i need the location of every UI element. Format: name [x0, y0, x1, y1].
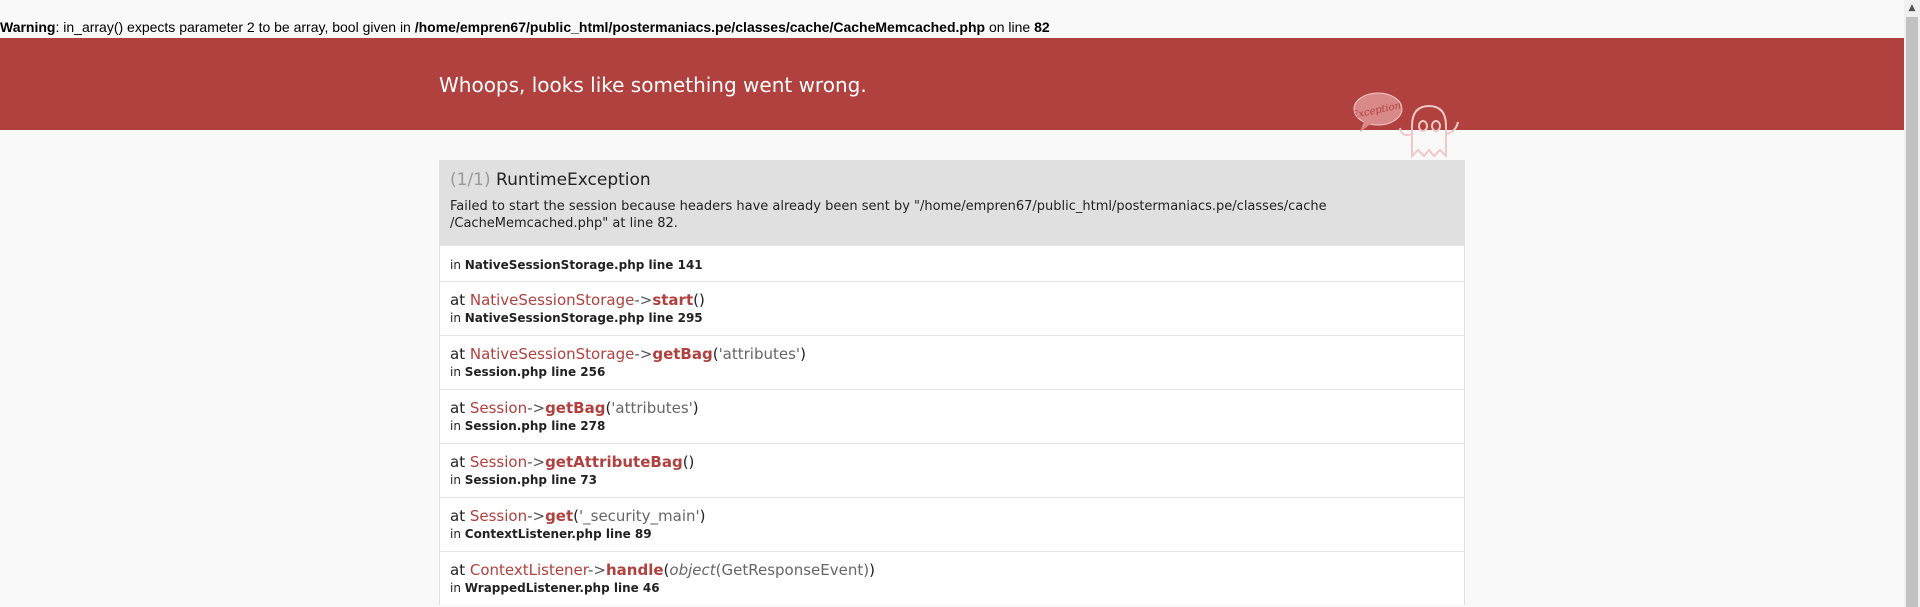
scrollbar-thumb[interactable] — [1906, 17, 1918, 607]
trace-method: getAttributeBag — [545, 453, 683, 471]
trace-row: in NativeSessionStorage.php line 141 — [440, 245, 1464, 281]
warning-label: Warning — [0, 19, 56, 35]
trace-row: at ContextListener->handle(object(GetRes… — [440, 551, 1464, 605]
trace-arrow: -> — [527, 453, 546, 471]
trace-arrow: -> — [527, 399, 546, 417]
trace-close-paren: ) — [688, 453, 695, 471]
warning-line-number: 82 — [1034, 19, 1050, 35]
trace-class: ContextListener — [469, 561, 588, 579]
in-label: in — [450, 365, 465, 379]
trace-arrow: -> — [634, 345, 653, 363]
trace-method: getBag — [652, 345, 713, 363]
exception-count: (1/1) — [450, 170, 491, 190]
in-label: in — [450, 258, 465, 272]
at-label: at — [450, 561, 470, 579]
exception-title: (1/1) RuntimeException — [450, 170, 1454, 190]
trace-location: in Session.php line 256 — [450, 365, 1454, 380]
trace-arrow: -> — [527, 507, 546, 525]
trace-close-paren: ) — [699, 507, 706, 525]
trace-file: NativeSessionStorage.php line 141 — [464, 258, 703, 272]
in-label: in — [450, 419, 465, 433]
trace-row: at Session->getAttributeBag() in Session… — [440, 443, 1464, 497]
trace-location: in Session.php line 278 — [450, 419, 1454, 434]
trace-file: ContextListener.php line 89 — [464, 527, 652, 541]
trace-method: handle — [605, 561, 664, 579]
trace-method: start — [652, 291, 694, 309]
page-title: Whoops, looks like something went wrong. — [439, 73, 867, 97]
trace-arrow: -> — [634, 291, 653, 309]
trace-class: Session — [469, 399, 528, 417]
error-header: Whoops, looks like something went wrong.… — [0, 38, 1904, 158]
at-label: at — [450, 345, 470, 363]
trace-arrow: -> — [588, 561, 606, 579]
in-label: in — [450, 311, 465, 325]
vertical-scrollbar[interactable]: ▲ — [1904, 0, 1920, 607]
trace-file: NativeSessionStorage.php line 295 — [464, 311, 703, 325]
trace-method: get — [545, 507, 574, 525]
scroll-up-arrow-icon[interactable]: ▲ — [1904, 0, 1920, 16]
trace-location: in NativeSessionStorage.php line 295 — [450, 311, 1454, 326]
trace-call: at Session->getAttributeBag() — [450, 452, 1454, 472]
trace-row: at NativeSessionStorage->start() in Nati… — [440, 281, 1464, 335]
ghost-exception-icon: Exception! — [1352, 92, 1459, 158]
trace-args: (GetResponseEvent) — [715, 561, 870, 579]
trace-close-paren: ) — [692, 399, 699, 417]
trace-row: at Session->get('_security_main') in Con… — [440, 497, 1464, 551]
trace-call: at Session->getBag('attributes') — [450, 398, 1454, 418]
trace-call: at ContextListener->handle(object(GetRes… — [450, 560, 1454, 580]
trace-class: Session — [469, 453, 528, 471]
trace-row: at Session->getBag('attributes') in Sess… — [440, 389, 1464, 443]
in-label: in — [450, 581, 465, 595]
php-warning: Warning: in_array() expects parameter 2 … — [0, 19, 1050, 36]
trace-location: in WrappedListener.php line 46 — [450, 581, 1454, 596]
trace-call: at Session->get('_security_main') — [450, 506, 1454, 526]
warning-file: /home/empren67/public_html/postermaniacs… — [414, 19, 986, 35]
trace-location: in NativeSessionStorage.php line 141 — [450, 258, 1454, 273]
warning-on-line: on line — [985, 19, 1035, 35]
exception-message: Failed to start the session because head… — [450, 199, 1327, 231]
trace-args: 'attributes' — [611, 399, 693, 417]
trace-row: at NativeSessionStorage->getBag('attribu… — [440, 335, 1464, 389]
trace-location: in Session.php line 73 — [450, 473, 1454, 488]
trace-class: Session — [469, 507, 528, 525]
at-label: at — [450, 507, 470, 525]
trace-call: at NativeSessionStorage->start() — [450, 290, 1454, 310]
exception-name: RuntimeException — [496, 170, 651, 190]
trace-call: at NativeSessionStorage->getBag('attribu… — [450, 344, 1454, 364]
in-label: in — [450, 527, 465, 541]
at-label: at — [450, 399, 470, 417]
trace-file: Session.php line 256 — [464, 365, 606, 379]
trace-class: NativeSessionStorage — [469, 345, 635, 363]
trace-args: '_security_main' — [579, 507, 700, 525]
at-label: at — [450, 291, 470, 309]
in-label: in — [450, 473, 465, 487]
at-label: at — [450, 453, 470, 471]
warning-message: : in_array() expects parameter 2 to be a… — [55, 19, 415, 35]
trace-close-paren: ) — [698, 291, 705, 309]
trace-close-paren: ) — [800, 345, 806, 363]
trace-file: WrappedListener.php line 46 — [464, 581, 660, 595]
trace-file: Session.php line 73 — [464, 473, 597, 487]
trace-close-paren: ) — [869, 561, 875, 579]
exception-panel: (1/1) RuntimeException Failed to start t… — [439, 160, 1465, 605]
trace-file: Session.php line 278 — [464, 419, 606, 433]
trace-args: 'attributes' — [718, 345, 801, 363]
trace-location: in ContextListener.php line 89 — [450, 527, 1454, 542]
trace-args-type: object — [669, 561, 716, 579]
trace-class: NativeSessionStorage — [469, 291, 635, 309]
trace-method: getBag — [545, 399, 606, 417]
exception-header: (1/1) RuntimeException Failed to start t… — [440, 161, 1464, 245]
